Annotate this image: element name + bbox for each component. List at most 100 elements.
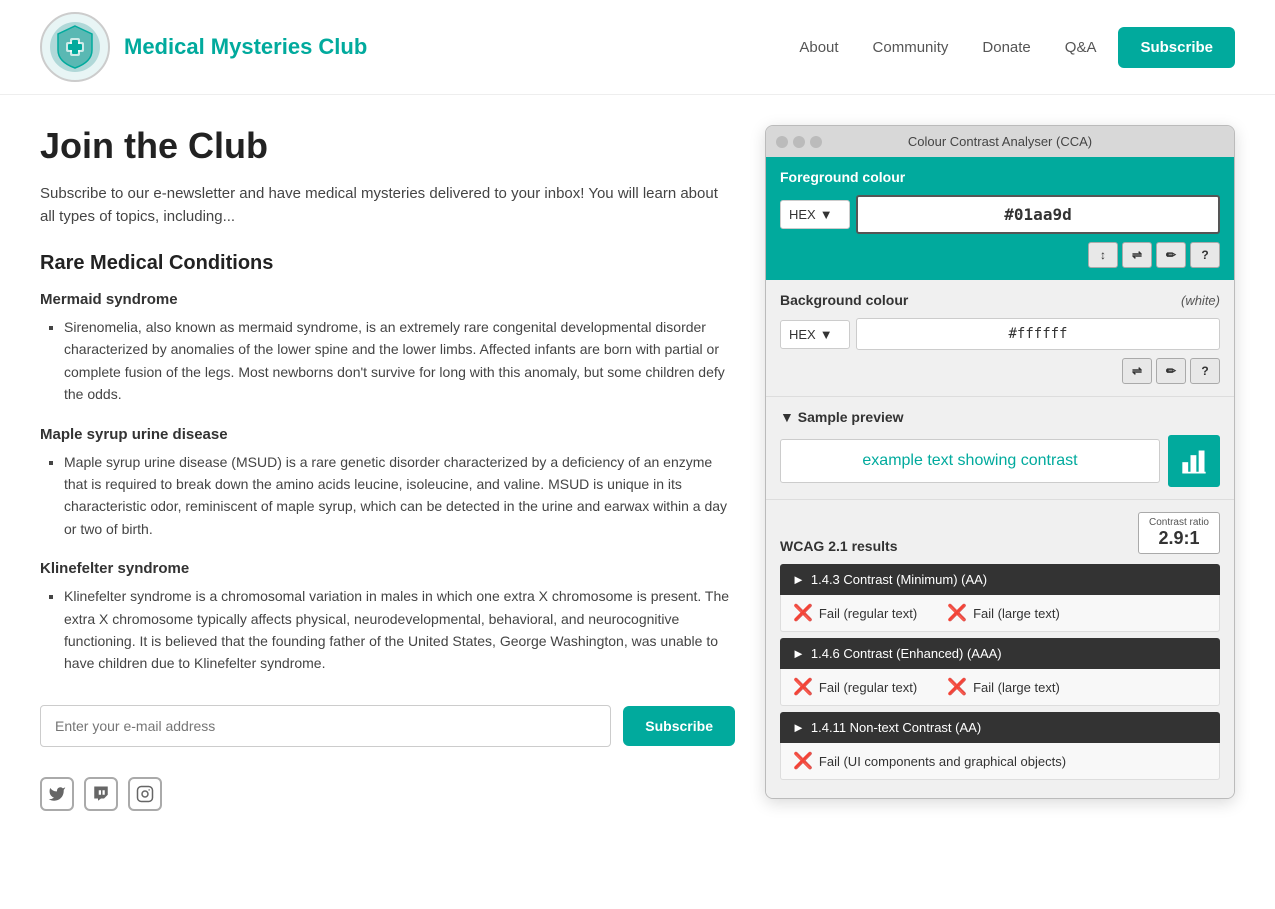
condition-maple: Maple syrup urine disease Maple syrup ur… (40, 426, 735, 541)
cca-contrast-ratio-val: 2.9:1 (1149, 528, 1209, 549)
cca-146-fail-label-regular: Fail (regular text) (819, 680, 917, 695)
cca-preview-row: example text showing contrast (780, 435, 1220, 487)
cca-fg-tools: ↕ ⇌ ✏ ? (780, 242, 1220, 268)
cca-criterion-1411-header[interactable]: ► 1.4.11 Non-text Contrast (AA) (780, 712, 1220, 743)
cca-fg-hex-input[interactable] (856, 195, 1220, 234)
condition-name-mermaid: Mermaid syndrome (40, 291, 735, 308)
cca-preview-toggle[interactable]: ▼ Sample preview (780, 409, 1220, 425)
cca-bg-format-select[interactable]: HEX ▼ (780, 320, 850, 349)
chart-icon (1180, 447, 1208, 475)
cca-criterion-146-results: ❌ Fail (regular text) ❌ Fail (large text… (780, 669, 1220, 706)
condition-klinefelter: Klinefelter syndrome Klinefelter syndrom… (40, 560, 735, 675)
cca-143-result-regular: ❌ Fail (regular text) (793, 603, 917, 623)
instagram-svg (136, 785, 154, 803)
cca-fg-format-select[interactable]: HEX ▼ (780, 200, 850, 229)
intro-text: Subscribe to our e-newsletter and have m… (40, 183, 735, 228)
cca-bg-dropdown-icon: ▼ (820, 327, 833, 342)
twitter-svg (48, 785, 66, 803)
cca-criterion-1411-arrow: ► (792, 720, 805, 735)
cca-contrast-ratio-box: Contrast ratio 2.9:1 (1138, 512, 1220, 554)
cca-bg-help-btn[interactable]: ? (1190, 358, 1220, 384)
condition-desc-klinefelter: Klinefelter syndrome is a chromosomal va… (64, 585, 735, 675)
twitch-svg (92, 785, 110, 803)
rare-conditions-heading: Rare Medical Conditions (40, 252, 735, 275)
cca-fg-format-btn[interactable]: ⇌ (1122, 242, 1152, 268)
cca-criterion-143-header[interactable]: ► 1.4.3 Contrast (Minimum) (AA) (780, 564, 1220, 595)
cca-preview-section: ▼ Sample preview example text showing co… (766, 397, 1234, 500)
twitch-icon[interactable] (84, 777, 118, 811)
condition-desc-mermaid: Sirenomelia, also known as mermaid syndr… (64, 316, 735, 406)
cca-fg-input-row: HEX ▼ (780, 195, 1220, 234)
cca-146-fail-label-large: Fail (large text) (973, 680, 1060, 695)
cca-foreground-label: Foreground colour (780, 169, 1220, 185)
page-heading: Join the Club (40, 125, 735, 167)
cca-146-fail-icon-large: ❌ (947, 677, 967, 697)
content-column: Join the Club Subscribe to our e-newslet… (40, 125, 735, 811)
cca-criterion-143-results: ❌ Fail (regular text) ❌ Fail (large text… (780, 595, 1220, 632)
cca-criterion-1411: ► 1.4.11 Non-text Contrast (AA) ❌ Fail (… (780, 712, 1220, 780)
nav-about[interactable]: About (787, 33, 850, 62)
cca-foreground-section: Foreground colour HEX ▼ ↕ ⇌ ✏ ? (766, 157, 1234, 280)
condition-desc-maple: Maple syrup urine disease (MSUD) is a ra… (64, 451, 735, 541)
cca-143-fail-label-large: Fail (large text) (973, 606, 1060, 621)
cca-criterion-1411-name: 1.4.11 Non-text Contrast (AA) (811, 720, 981, 735)
cca-fg-eyedropper-btn[interactable]: ✏ (1156, 242, 1186, 268)
cca-fg-format-label: HEX (789, 207, 816, 222)
cca-dot-green (810, 136, 822, 148)
nav-community[interactable]: Community (861, 33, 961, 62)
cca-dot-yellow (793, 136, 805, 148)
cca-criterion-143-name: 1.4.3 Contrast (Minimum) (AA) (811, 572, 987, 587)
site-header: Medical Mysteries Club About Community D… (0, 0, 1275, 95)
cca-146-fail-icon-regular: ❌ (793, 677, 813, 697)
twitter-icon[interactable] (40, 777, 74, 811)
instagram-icon[interactable] (128, 777, 162, 811)
cca-criterion-146-header[interactable]: ► 1.4.6 Contrast (Enhanced) (AAA) (780, 638, 1220, 669)
cca-bg-format-btn[interactable]: ⇌ (1122, 358, 1152, 384)
cca-panel: Colour Contrast Analyser (CCA) Foregroun… (765, 125, 1235, 811)
cca-bg-hex-input[interactable] (856, 318, 1220, 350)
cca-bg-note: (white) (1181, 293, 1220, 308)
cca-dot-red (776, 136, 788, 148)
cca-criterion-143: ► 1.4.3 Contrast (Minimum) (AA) ❌ Fail (… (780, 564, 1220, 632)
cca-window: Colour Contrast Analyser (CCA) Foregroun… (765, 125, 1235, 799)
site-title: Medical Mysteries Club (124, 34, 367, 60)
cca-1411-result-ui: ❌ Fail (UI components and graphical obje… (793, 751, 1066, 771)
nav-qna[interactable]: Q&A (1053, 33, 1109, 62)
cca-146-result-regular: ❌ Fail (regular text) (793, 677, 917, 697)
cca-fg-help-btn[interactable]: ? (1190, 242, 1220, 268)
nav-donate[interactable]: Donate (970, 33, 1042, 62)
cca-chart-button[interactable] (1168, 435, 1220, 487)
social-icons-row (40, 777, 735, 811)
cca-1411-fail-icon: ❌ (793, 751, 813, 771)
header-subscribe-button[interactable]: Subscribe (1118, 27, 1235, 68)
cca-fg-dropdown-icon: ▼ (820, 207, 833, 222)
condition-name-klinefelter: Klinefelter syndrome (40, 560, 735, 577)
cca-bg-label: Background colour (780, 292, 908, 308)
cca-criterion-146: ► 1.4.6 Contrast (Enhanced) (AAA) ❌ Fail… (780, 638, 1220, 706)
cca-143-fail-icon-large: ❌ (947, 603, 967, 623)
email-input[interactable] (40, 705, 611, 747)
cca-criterion-143-arrow: ► (792, 572, 805, 587)
email-subscribe-row: Subscribe (40, 705, 735, 747)
cca-sample-text: example text showing contrast (780, 439, 1160, 483)
cca-bg-eyedropper-btn[interactable]: ✏ (1156, 358, 1186, 384)
cca-fg-swap-btn[interactable]: ↕ (1088, 242, 1118, 268)
cca-143-result-large: ❌ Fail (large text) (947, 603, 1060, 623)
subscribe-inline-button[interactable]: Subscribe (623, 706, 735, 746)
cca-criterion-1411-results: ❌ Fail (UI components and graphical obje… (780, 743, 1220, 780)
main-nav: About Community Donate Q&A Subscribe (787, 27, 1235, 68)
cca-contrast-ratio-label: Contrast ratio (1149, 517, 1209, 528)
cca-146-result-large: ❌ Fail (large text) (947, 677, 1060, 697)
cca-wcag-title: WCAG 2.1 results (780, 538, 897, 554)
condition-name-maple: Maple syrup urine disease (40, 426, 735, 443)
cca-bg-format-label: HEX (789, 327, 816, 342)
cca-bg-label-row: Background colour (white) (780, 292, 1220, 308)
cca-143-fail-icon-regular: ❌ (793, 603, 813, 623)
cca-1411-fail-label: Fail (UI components and graphical object… (819, 754, 1066, 769)
cca-criterion-146-name: 1.4.6 Contrast (Enhanced) (AAA) (811, 646, 1002, 661)
cca-titlebar: Colour Contrast Analyser (CCA) (766, 126, 1234, 157)
main-layout: Join the Club Subscribe to our e-newslet… (0, 95, 1275, 841)
logo-icon (48, 20, 102, 74)
condition-mermaid: Mermaid syndrome Sirenomelia, also known… (40, 291, 735, 406)
cca-background-section: Background colour (white) HEX ▼ ⇌ ✏ ? (766, 280, 1234, 397)
